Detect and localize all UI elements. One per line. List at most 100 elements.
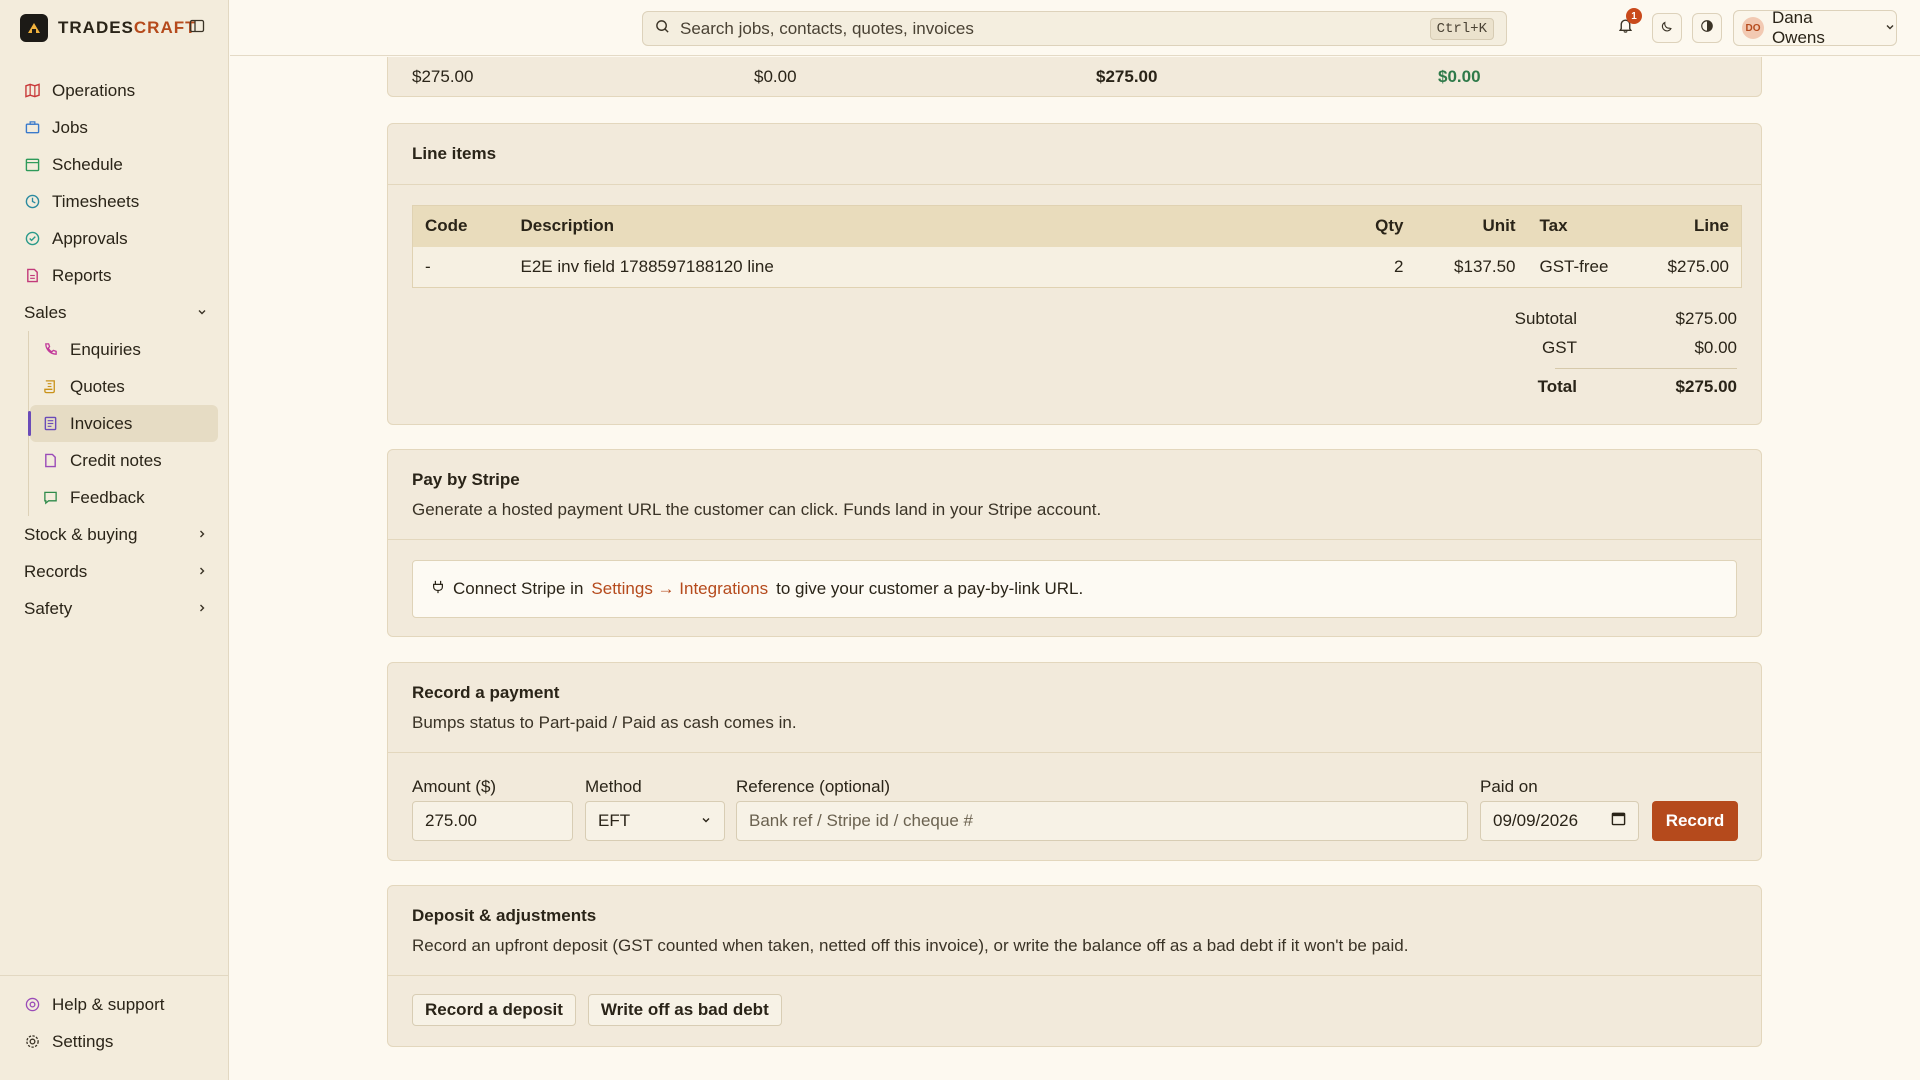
global-search[interactable]: Ctrl+K	[642, 11, 1507, 46]
summary-amount: $275.00	[1096, 67, 1158, 86]
dark-mode-toggle[interactable]	[1652, 13, 1682, 43]
notifications-button[interactable]: 1	[1610, 8, 1642, 43]
reference-input[interactable]	[749, 811, 1467, 831]
sidebar-group-label: Records	[24, 561, 88, 581]
amount-input[interactable]	[425, 811, 572, 831]
sidebar-item-enquiries[interactable]: Enquiries	[30, 331, 218, 368]
deposit-description: Record an upfront deposit (GST counted w…	[412, 936, 1409, 955]
sidebar-group-safety[interactable]: Safety	[14, 590, 218, 627]
avatar: DO	[1742, 17, 1764, 39]
sidebar-group-records[interactable]: Records	[14, 553, 218, 590]
record-payment-card: Record a payment Bumps status to Part-pa…	[387, 662, 1762, 861]
briefcase-icon	[24, 120, 40, 136]
contrast-toggle[interactable]	[1692, 13, 1722, 43]
col-description: Description	[508, 205, 1336, 247]
table-row[interactable]: - E2E inv field 1788597188120 line 2 $13…	[412, 246, 1742, 288]
sidebar-item-operations[interactable]: Operations	[14, 72, 218, 109]
sidebar-item-settings[interactable]: Settings	[14, 1023, 215, 1060]
paid-on-date-field[interactable]: 09/09/2026	[1480, 801, 1639, 841]
payment-description: Bumps status to Part-paid / Paid as cash…	[412, 713, 797, 732]
sidebar-item-reports[interactable]: Reports	[14, 257, 218, 294]
calendar-icon[interactable]	[1611, 811, 1626, 831]
cell-qty: 2	[1335, 246, 1416, 288]
sidebar-group-label: Stock & buying	[24, 524, 138, 544]
brand-logo-icon	[20, 14, 48, 42]
stripe-title: Pay by Stripe	[412, 470, 520, 489]
sidebar-group-label: Safety	[24, 598, 73, 618]
phone-icon	[42, 342, 58, 358]
cell-description: E2E inv field 1788597188120 line	[508, 246, 1336, 288]
sidebar-item-approvals[interactable]: Approvals	[14, 220, 218, 257]
brand-name: TRADESCRAFT	[58, 18, 197, 37]
check-circle-icon	[24, 231, 40, 247]
sidebar-item-label: Schedule	[52, 154, 123, 174]
sidebar-item-schedule[interactable]: Schedule	[14, 146, 218, 183]
line-items-card: Line items Code Description Qty Unit Tax…	[387, 123, 1762, 425]
contrast-icon	[1700, 18, 1714, 38]
sidebar-item-feedback[interactable]: Feedback	[30, 479, 218, 516]
write-off-button[interactable]: Write off as bad debt	[587, 994, 782, 1026]
sidebar-item-label: Timesheets	[52, 191, 140, 211]
sidebar-item-credit-notes[interactable]: Credit notes	[30, 442, 218, 479]
chevron-right-icon	[196, 562, 208, 582]
summary-total: $275.00	[412, 67, 474, 86]
record-payment-button[interactable]: Record	[1652, 801, 1738, 841]
sidebar-item-label: Invoices	[70, 413, 133, 433]
amount-label: Amount ($)	[412, 777, 497, 796]
col-qty: Qty	[1335, 205, 1416, 247]
sidebar-item-timesheets[interactable]: Timesheets	[14, 183, 218, 220]
search-shortcut: Ctrl+K	[1429, 18, 1494, 40]
cell-unit: $137.50	[1415, 246, 1528, 288]
sidebar-item-help[interactable]: Help & support	[14, 986, 215, 1023]
chevron-down-icon	[1884, 18, 1896, 38]
sidebar-footer: Help & support Settings	[0, 975, 229, 1060]
chevron-down-icon	[700, 811, 712, 831]
sidebar-item-label: Operations	[52, 80, 136, 100]
paid-on-value: 09/09/2026	[1493, 811, 1579, 830]
notice-text-pre: Connect Stripe in	[453, 579, 584, 598]
sidebar-item-label: Quotes	[70, 376, 125, 396]
search-icon	[655, 19, 670, 39]
message-icon	[42, 490, 58, 506]
search-input[interactable]	[680, 18, 1440, 39]
sidebar-item-label: Approvals	[52, 228, 128, 248]
clock-icon	[24, 194, 40, 210]
scroll-icon	[42, 379, 58, 395]
sidebar-item-label: Feedback	[70, 487, 145, 507]
cell-tax: GST-free	[1527, 246, 1632, 288]
paid-on-label: Paid on	[1480, 777, 1538, 796]
record-deposit-button[interactable]: Record a deposit	[412, 994, 576, 1026]
brand[interactable]: TRADESCRAFT	[20, 13, 197, 43]
user-menu[interactable]: DO Dana Owens	[1733, 8, 1897, 47]
total-value: $275.00	[1675, 377, 1737, 396]
gst-row: GST $0.00	[412, 333, 1737, 362]
sidebar-item-label: Settings	[52, 1031, 114, 1051]
method-select[interactable]: EFT	[585, 801, 725, 841]
sidebar-group-sales[interactable]: Sales	[14, 294, 218, 331]
main-content: $275.00 $0.00 $275.00 $0.00 Line items C…	[230, 57, 1920, 1080]
gear-icon	[24, 1034, 40, 1050]
total-row: Total $275.00	[412, 369, 1737, 405]
settings-integrations-link[interactable]: Settings → Integrations	[591, 579, 768, 599]
amount-field[interactable]	[412, 801, 573, 841]
sidebar-item-label: Credit notes	[70, 450, 162, 470]
stripe-description: Generate a hosted payment URL the custom…	[412, 500, 1102, 519]
sidebar-group-stock[interactable]: Stock & buying	[14, 516, 218, 553]
user-name: Dana Owens	[1771, 8, 1825, 47]
invoice-summary-card: $275.00 $0.00 $275.00 $0.00	[387, 57, 1762, 97]
sidebar-nav: Operations Jobs Schedule Timesheets Appr…	[14, 72, 218, 627]
summary-balance: $0.00	[1438, 67, 1481, 86]
sidebar-item-invoices[interactable]: Invoices	[28, 405, 218, 442]
subtotal-value: $275.00	[1675, 308, 1737, 328]
subtotal-row: Subtotal $275.00	[412, 304, 1737, 333]
sidebar-collapse-icon[interactable]	[189, 18, 207, 36]
sidebar-item-label: Help & support	[52, 994, 165, 1014]
line-items-table: Code Description Qty Unit Tax Line - E2E…	[412, 205, 1742, 288]
table-header-row: Code Description Qty Unit Tax Line	[412, 205, 1742, 247]
payment-title: Record a payment	[412, 683, 560, 702]
reference-field[interactable]	[736, 801, 1468, 841]
deposit-card: Deposit & adjustments Record an upfront …	[387, 885, 1762, 1047]
calendar-icon	[24, 157, 40, 173]
sidebar-item-jobs[interactable]: Jobs	[14, 109, 218, 146]
sidebar-item-quotes[interactable]: Quotes	[30, 368, 218, 405]
